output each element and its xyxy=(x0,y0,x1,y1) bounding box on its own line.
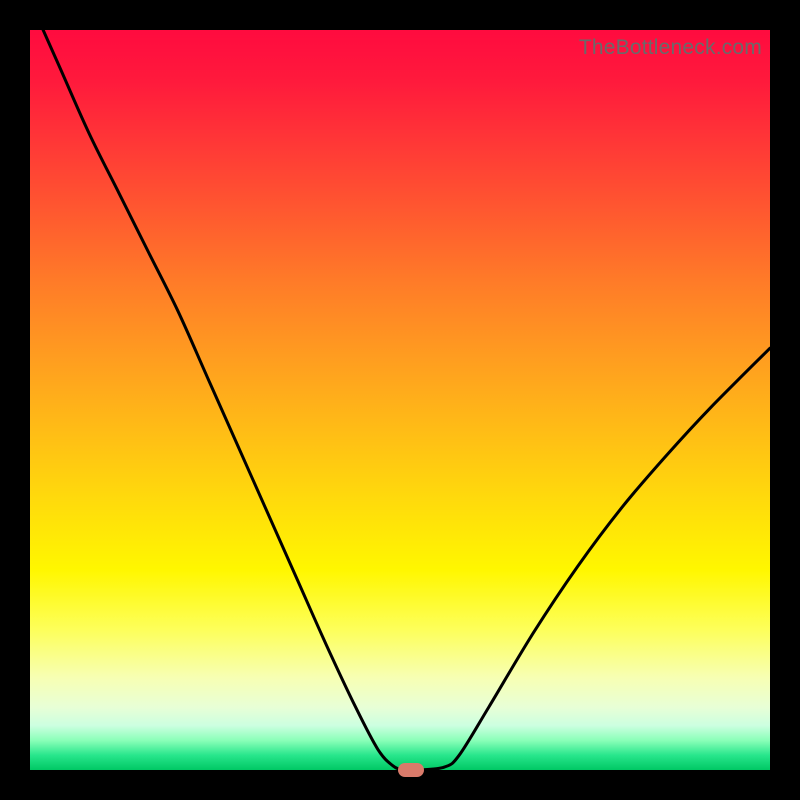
chart-frame: TheBottleneck.com xyxy=(0,0,800,800)
bottleneck-curve xyxy=(30,30,770,770)
plot-area: TheBottleneck.com xyxy=(30,30,770,770)
minimum-marker xyxy=(398,763,424,777)
